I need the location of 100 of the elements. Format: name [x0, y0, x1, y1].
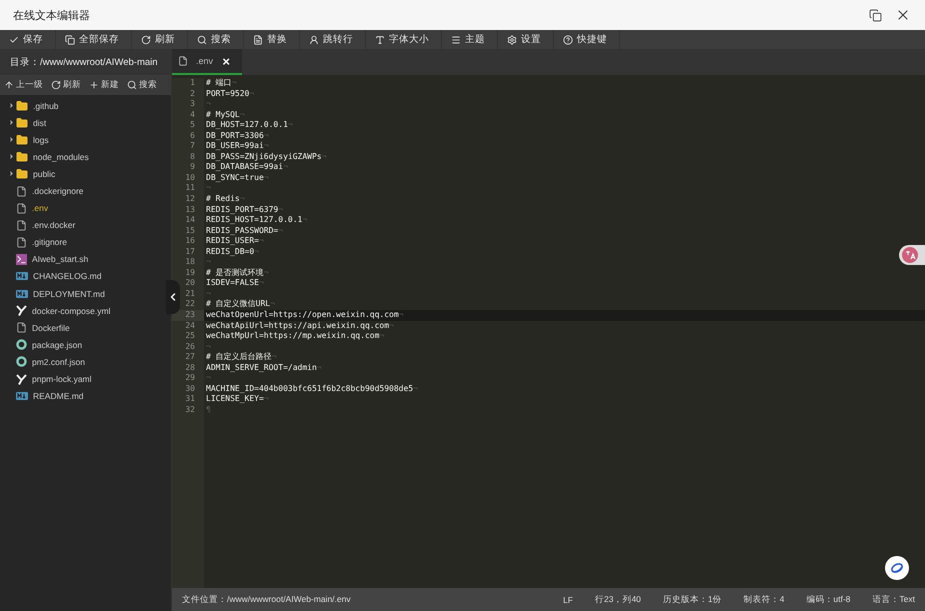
line-end-mark: ¬ [206, 99, 211, 110]
caret-icon[interactable] [8, 136, 15, 144]
caret-icon[interactable] [8, 153, 15, 160]
file-name[interactable]: dist [33, 118, 46, 128]
code-line: DB_USER=99ai [205, 141, 264, 152]
code-line: ISDEV=FALSE [205, 278, 259, 289]
line-number: 28 [172, 362, 204, 374]
file-name[interactable]: pm2.conf.json [32, 356, 85, 367]
line-end-mark: ¬ [206, 257, 211, 268]
y-letter-icon [16, 305, 27, 316]
line-number: 29 [172, 373, 204, 384]
line-number: 23 [172, 310, 204, 321]
file-name[interactable]: .env.docker [32, 220, 76, 230]
collapse-handle[interactable] [166, 280, 180, 314]
caret-icon[interactable] [8, 119, 15, 126]
line-number: 8 [172, 152, 204, 162]
code-line: weChatOpenUrl=https://open.weixin.qq.com [205, 310, 399, 321]
status-item: 历史版本：1份 [662, 594, 722, 606]
file-name[interactable]: README.md [33, 391, 84, 402]
file-name[interactable]: DEPLOYMENT.md [33, 288, 105, 299]
line-number: 4 [172, 110, 204, 120]
file-icon [16, 322, 27, 334]
file-name[interactable]: pnpm-lock.yaml [32, 374, 92, 384]
markdown-icon [16, 392, 28, 400]
file-name[interactable]: node_modules [33, 152, 89, 162]
y-letter-icon [16, 374, 27, 385]
line-number: 1 [172, 78, 204, 89]
caret-icon[interactable] [8, 102, 15, 110]
line-number: 2 [172, 88, 204, 100]
file-name[interactable]: logs [33, 134, 49, 145]
code-line: PORT=9520 [205, 88, 250, 100]
file-name[interactable]: AIweb_start.sh [32, 254, 88, 264]
line-end-mark: ¬ [258, 236, 264, 247]
line-end-mark: ¬ [389, 320, 394, 332]
file-name[interactable]: Dockerfile [32, 322, 70, 333]
line-number: 16 [172, 236, 204, 247]
code-line: REDIS_DB=0 [205, 246, 254, 258]
line-end-mark: ¬ [264, 172, 269, 184]
file-name[interactable]: .gitignore [32, 237, 67, 248]
search-icon [197, 34, 207, 44]
line-number: 6 [172, 130, 204, 142]
folder-icon [16, 116, 28, 129]
sidebar-action[interactable]: 新建 [85, 79, 123, 91]
file-icon [16, 236, 27, 248]
check-icon [9, 34, 19, 44]
line-number: 13 [172, 204, 204, 216]
line-end-mark: ¬ [240, 194, 245, 205]
line-end-mark: ¬ [283, 162, 288, 173]
file-name[interactable]: docker-compose.yml [32, 306, 110, 316]
code-line: REDIS_HOST=127.0.0.1 [205, 215, 302, 226]
markdown-icon [16, 272, 28, 280]
line-number: 24 [172, 320, 204, 332]
translate-icon[interactable] [899, 245, 925, 265]
status-item: 编码：utf-8 [806, 594, 850, 606]
file-icon [16, 186, 27, 197]
refresh-icon [141, 34, 151, 44]
sidebar-action[interactable]: 搜索 [123, 79, 161, 91]
line-number: 17 [172, 246, 204, 258]
code-line: # 自定义后台路径 [205, 352, 272, 363]
line-number: 7 [172, 141, 204, 152]
close-tab-icon[interactable]: × [222, 54, 230, 68]
line-number: 32 [172, 404, 204, 416]
code-line: # 是否测试环境 [205, 268, 264, 278]
line-end-mark: ¬ [398, 310, 404, 321]
line-end-mark: ¬ [206, 373, 211, 384]
code-line: ADMIN_SERVE_ROOT=/admin [205, 362, 317, 374]
line-end-mark: ¬ [264, 141, 269, 152]
line-number: 25 [172, 331, 204, 342]
line-end-mark: ¬ [206, 183, 211, 194]
line-number: 14 [172, 215, 204, 226]
sidebar-action[interactable]: 刷新 [47, 79, 85, 91]
line-number: 11 [172, 183, 204, 194]
ring-icon [16, 339, 27, 350]
status-item: 行23，列40 [595, 594, 641, 606]
line-end-mark: ¬ [206, 342, 211, 352]
line-number: 31 [172, 394, 204, 405]
line-end-mark: ¬ [270, 299, 275, 310]
file-tab[interactable]: .env × [172, 49, 242, 75]
status-item: 制表符：4 [744, 594, 784, 606]
file-name[interactable]: CHANGELOG.md [33, 271, 102, 282]
line-end-mark: ¬ [254, 246, 259, 258]
file-name[interactable]: package.json [32, 340, 82, 350]
sidebar-action[interactable]: 上一级 [0, 79, 47, 91]
line-end-mark: ¬ [232, 78, 236, 89]
folder-icon [16, 100, 28, 112]
file-name[interactable]: .github [33, 100, 59, 111]
code-line: DB_SYNC=true [205, 172, 264, 184]
line-end-mark: ¬ [413, 384, 418, 394]
file-icon [178, 56, 188, 66]
caret-icon[interactable] [8, 170, 15, 178]
line-number: 10 [172, 172, 204, 184]
line-end-mark: ¬ [278, 226, 284, 236]
document-icon [253, 34, 263, 44]
file-name[interactable]: .dockerignore [32, 186, 84, 196]
file-name[interactable]: public [33, 168, 56, 179]
line-end-mark: ¬ [322, 152, 326, 162]
markdown-icon [16, 290, 28, 298]
file-name[interactable]: .env [32, 203, 48, 214]
line-number: 12 [172, 194, 204, 205]
code-line: REDIS_PORT=6379 [205, 204, 278, 216]
